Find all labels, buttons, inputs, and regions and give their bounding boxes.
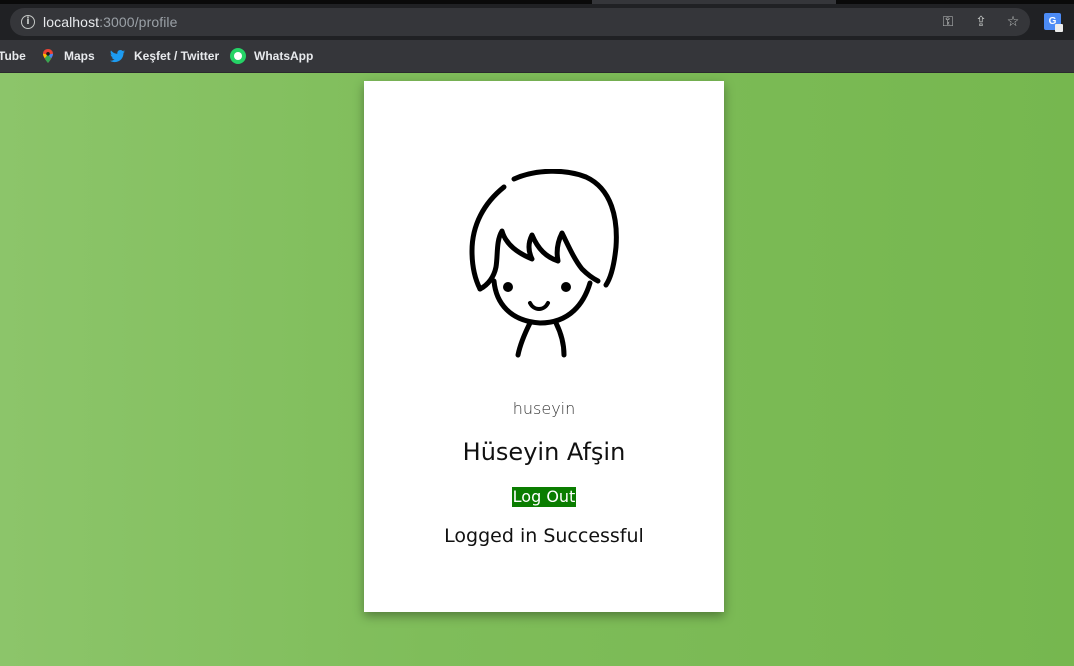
bookmark-label: Maps bbox=[64, 49, 95, 63]
page-background: huseyin Hüseyin Afşin Log Out Logged in … bbox=[0, 73, 1074, 666]
share-icon[interactable]: ⇪ bbox=[972, 13, 990, 31]
logout-wrapper: Log Out bbox=[364, 487, 724, 507]
right-eye bbox=[561, 282, 571, 292]
left-eye bbox=[503, 282, 513, 292]
url-host: localhost bbox=[43, 14, 100, 30]
logout-button[interactable]: Log Out bbox=[511, 487, 577, 507]
url-text[interactable]: localhost:3000/profile bbox=[43, 14, 178, 30]
bookmark-youtube[interactable]: Tube bbox=[0, 46, 26, 66]
address-bar[interactable]: i localhost:3000/profile ⚿ ⇪ ☆ bbox=[10, 8, 1030, 36]
bookmark-label: Keşfet / Twitter bbox=[134, 49, 220, 63]
tab-strip bbox=[0, 0, 1074, 4]
bookmark-label: Tube bbox=[0, 49, 26, 63]
twitter-icon bbox=[110, 48, 126, 64]
info-icon[interactable]: i bbox=[21, 15, 35, 29]
bookmark-star-icon[interactable]: ☆ bbox=[1004, 13, 1022, 31]
bookmark-maps[interactable]: Maps bbox=[40, 46, 95, 66]
key-icon[interactable]: ⚿ bbox=[939, 13, 957, 31]
bookmark-twitter[interactable]: Keşfet / Twitter bbox=[110, 46, 219, 66]
bookmarks-bar: Tube Maps Keşfet / Twitter WhatsApp bbox=[0, 40, 1074, 73]
active-tab-edge[interactable] bbox=[592, 0, 836, 4]
whatsapp-icon bbox=[230, 48, 246, 64]
username: huseyin bbox=[512, 399, 576, 418]
bookmark-whatsapp[interactable]: WhatsApp bbox=[230, 46, 313, 66]
browser-toolbar: i localhost:3000/profile ⚿ ⇪ ☆ G bbox=[0, 0, 1074, 40]
url-path: :3000/profile bbox=[99, 14, 178, 30]
maps-icon bbox=[40, 48, 56, 64]
bookmark-label: WhatsApp bbox=[254, 49, 314, 63]
full-name: Hüseyin Afşin bbox=[462, 438, 626, 466]
avatar-illustration bbox=[469, 169, 619, 358]
profile-card: huseyin Hüseyin Afşin Log Out Logged in … bbox=[364, 81, 724, 612]
translate-icon[interactable]: G bbox=[1044, 13, 1063, 32]
status-message: Logged in Successful bbox=[444, 525, 644, 547]
